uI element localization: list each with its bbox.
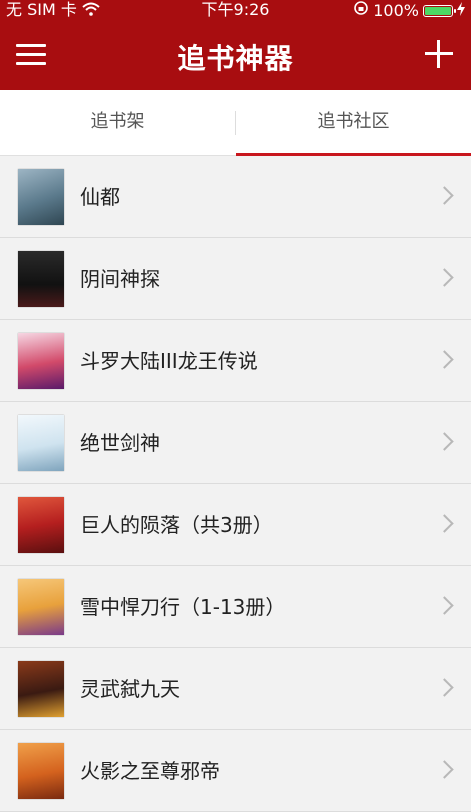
chevron-right-icon [435,596,454,615]
app-header: 无 SIM 卡 下午9:26 100% 追书神器 [0,0,471,90]
list-item[interactable]: 灵武弑九天 [0,648,471,730]
chevron-right-icon [435,432,454,451]
book-list: 仙都 阴间神探 斗罗大陆III龙王传说 绝世剑神 巨人的陨落（共3册） 雪中悍刀… [0,156,471,812]
chevron-right-icon [435,268,454,287]
book-title: 火影之至尊邪帝 [80,759,220,783]
book-cover [18,579,64,635]
tab-bookshelf[interactable]: 追书架 [0,90,235,156]
book-cover [18,661,64,717]
book-cover [18,415,64,471]
book-title: 雪中悍刀行（1-13册） [80,595,286,619]
chevron-right-icon [435,186,454,205]
book-cover [18,169,64,225]
chevron-right-icon [435,514,454,533]
list-item[interactable]: 巨人的陨落（共3册） [0,484,471,566]
battery-percent: 100% [373,0,419,20]
book-title: 阴间神探 [80,267,160,291]
list-item[interactable]: 斗罗大陆III龙王传说 [0,320,471,402]
book-title: 巨人的陨落（共3册） [80,513,273,537]
book-title: 灵武弑九天 [80,677,180,701]
app-title: 追书神器 [177,42,294,75]
book-title: 绝世剑神 [80,431,160,455]
book-cover [18,497,64,553]
status-bar: 无 SIM 卡 下午9:26 100% [0,0,471,22]
tab-bar: 追书架 追书社区 [0,90,471,156]
chevron-right-icon [435,350,454,369]
tab-community[interactable]: 追书社区 [236,90,471,156]
chevron-right-icon [435,760,454,779]
list-item[interactable]: 仙都 [0,156,471,238]
battery-icon [423,4,456,17]
book-cover [18,743,64,799]
book-title: 斗罗大陆III龙王传说 [80,349,258,373]
rotation-lock-icon [353,0,369,21]
book-cover [18,251,64,307]
book-cover [18,333,64,389]
status-right: 100% [353,0,465,21]
chevron-right-icon [435,678,454,697]
charging-icon [457,1,465,21]
list-item[interactable]: 绝世剑神 [0,402,471,484]
list-item[interactable]: 阴间神探 [0,238,471,320]
book-title: 仙都 [80,185,120,209]
nav-bar: 追书神器 [0,22,471,90]
add-icon[interactable] [425,40,453,68]
list-item[interactable]: 火影之至尊邪帝 [0,730,471,812]
list-item[interactable]: 雪中悍刀行（1-13册） [0,566,471,648]
